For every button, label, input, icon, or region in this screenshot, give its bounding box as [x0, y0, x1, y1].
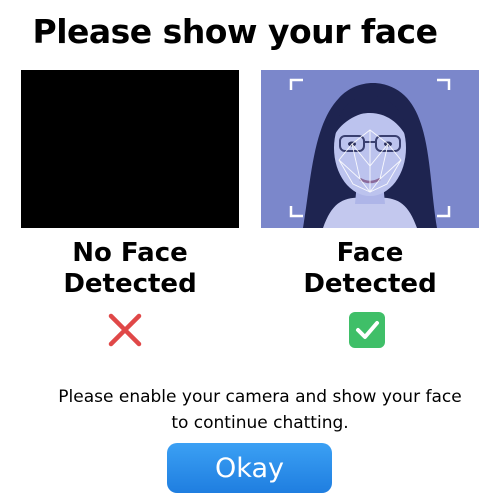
check-icon [349, 312, 385, 348]
page-title: Please show your face [32, 12, 438, 51]
camera-preview-face-detected [261, 70, 479, 228]
instruction-message: Please enable your camera and show your … [58, 387, 462, 433]
face-detected-label: Face Detected [303, 238, 437, 299]
cross-icon [107, 312, 143, 348]
no-face-detected-label: No Face Detected [63, 238, 197, 299]
camera-preview-no-face [21, 70, 239, 228]
face-scan-image [261, 70, 479, 228]
okay-button[interactable]: Okay [167, 443, 332, 493]
